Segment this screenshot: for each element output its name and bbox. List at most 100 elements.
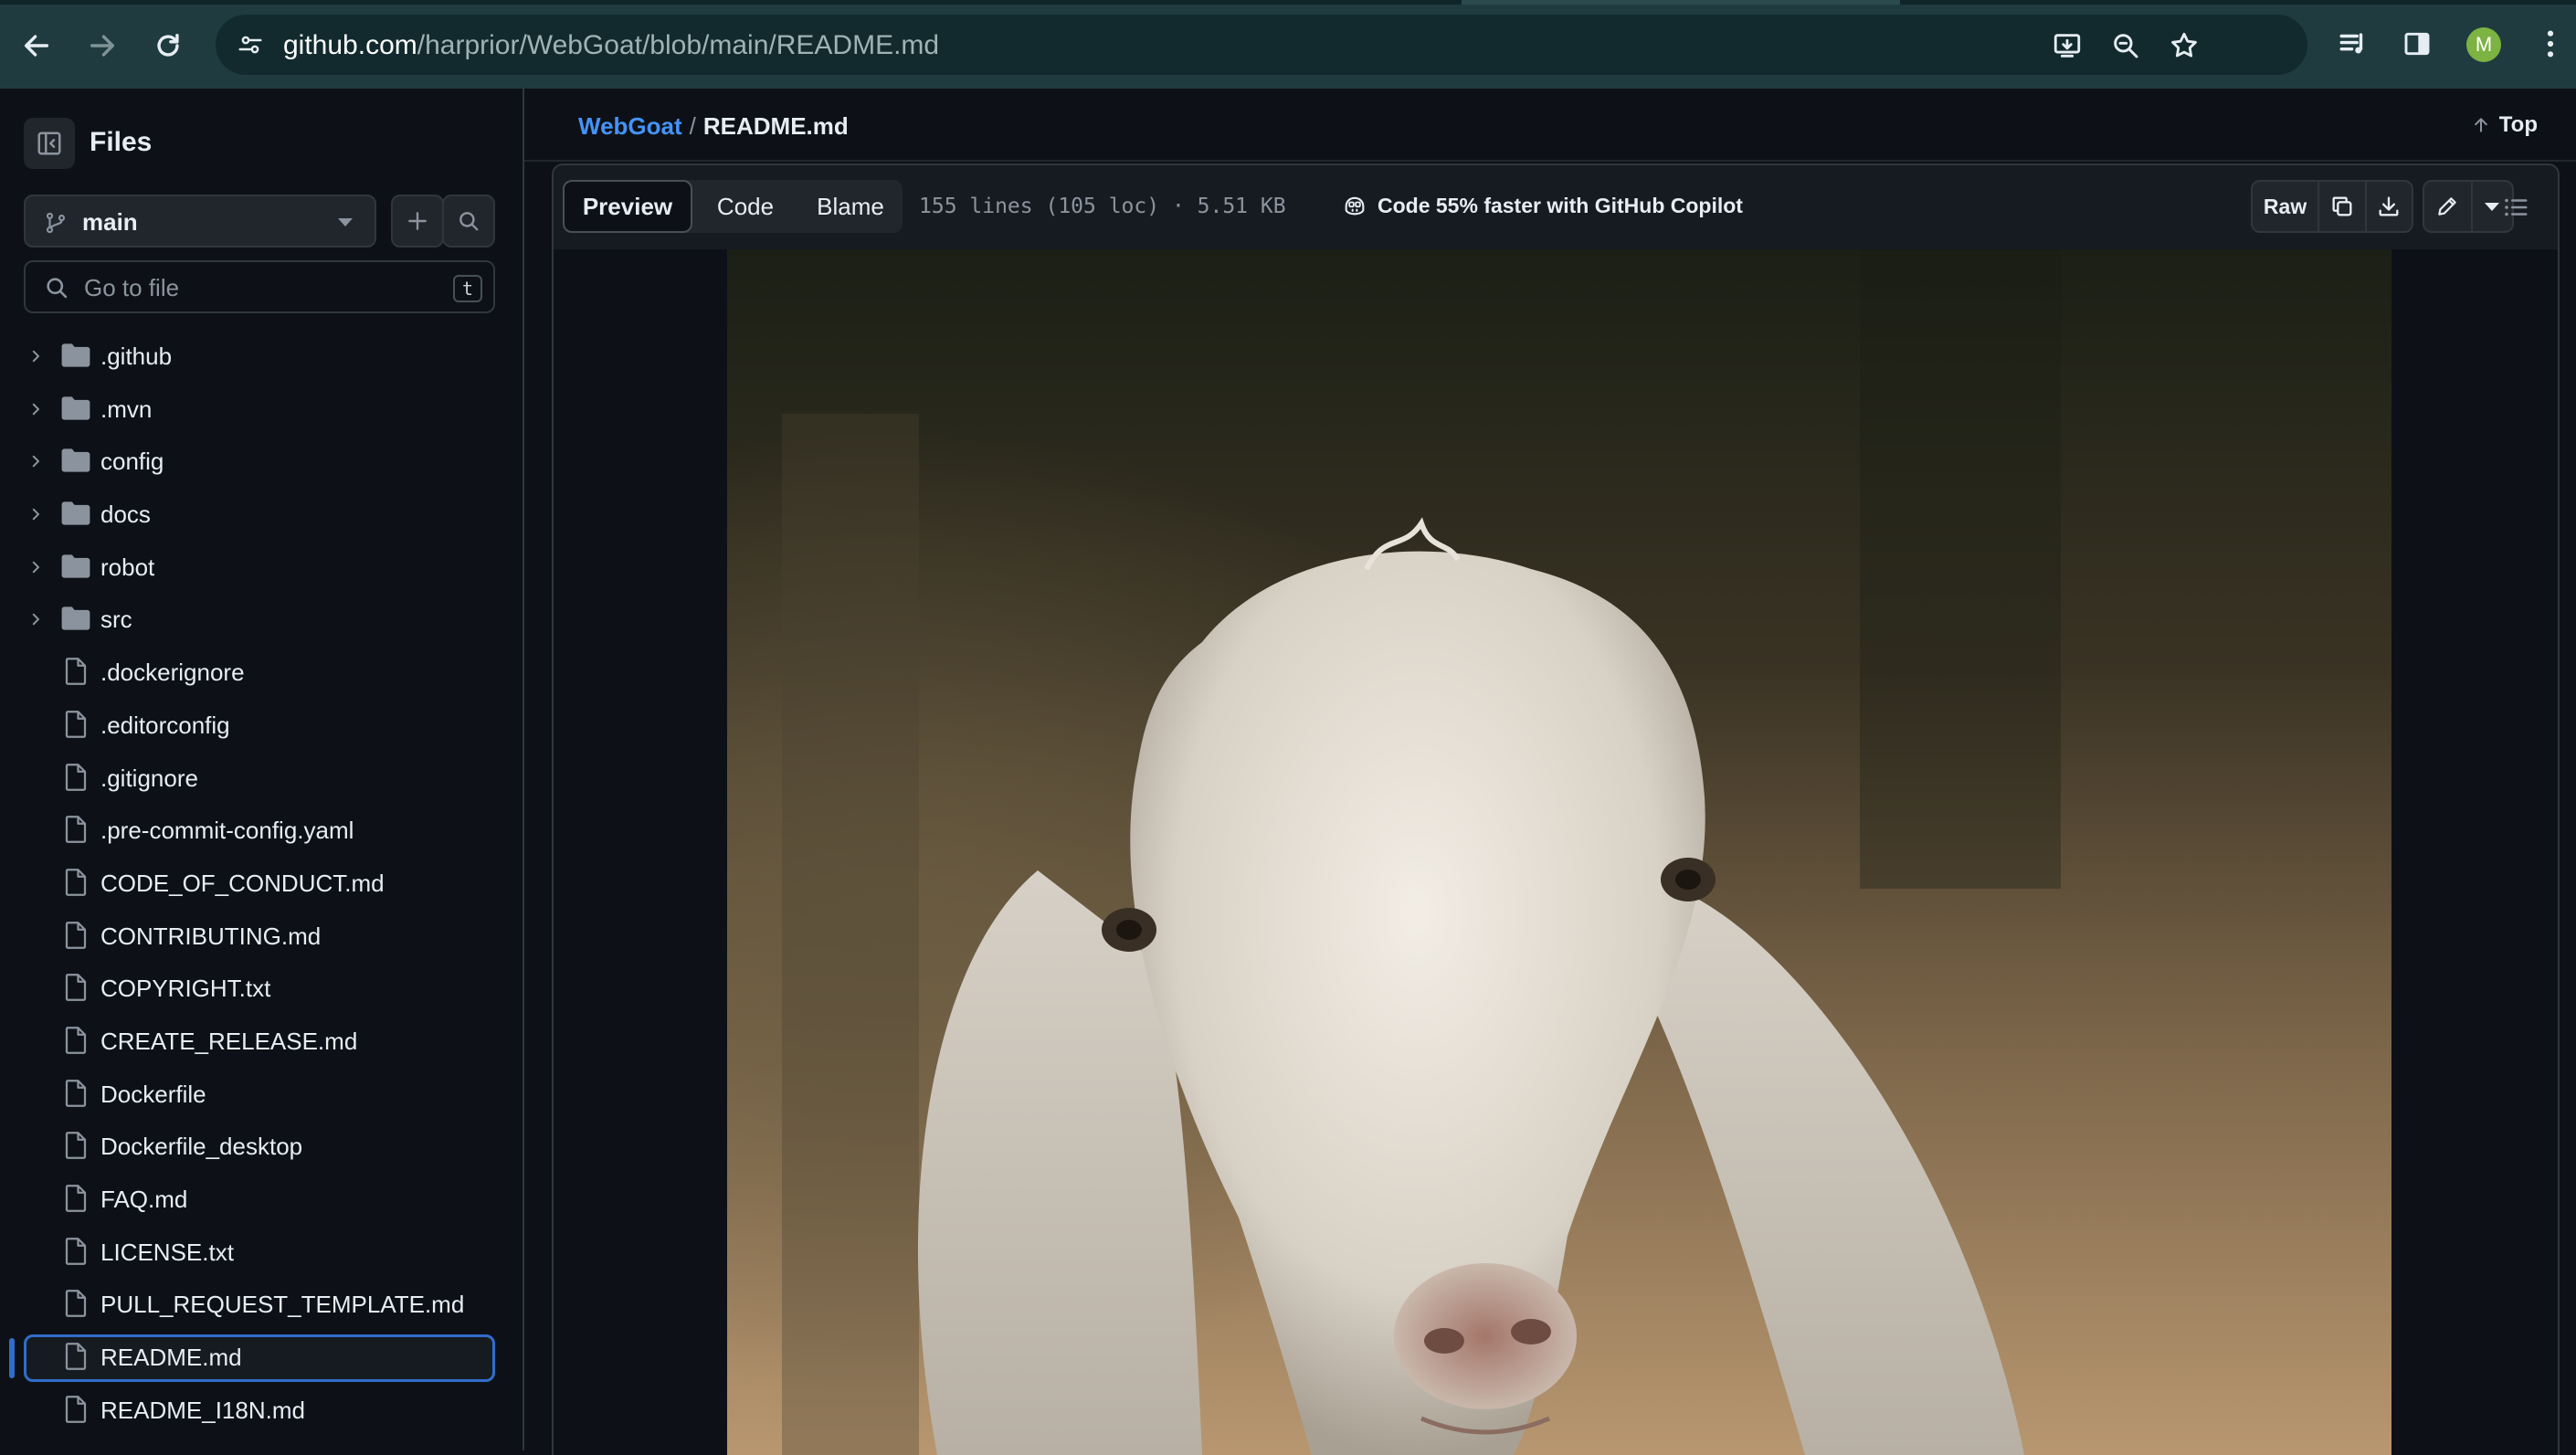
tree-file-item[interactable]: CREATE_RELEASE.md [0,1015,523,1068]
address-bar[interactable]: github.com/harprior/WebGoat/blob/main/RE… [216,15,2307,75]
tree-item-label: src [100,606,132,634]
tree-folder-item[interactable]: docs [0,488,523,541]
file-viewer: WebGoat / README.md Top Preview Code Blame… [524,89,2576,1455]
symbols-outline-button[interactable] [2497,189,2534,226]
chevron-down-icon [338,218,353,227]
tree-folder-item[interactable]: src [0,593,523,646]
chevron-right-icon[interactable] [27,559,44,575]
tree-file-item[interactable]: LICENSE.txt [0,1226,523,1279]
tree-item-label: .editorconfig [100,711,230,739]
tree-item-label: .dockerignore [100,659,245,687]
readme-preview [552,249,2560,1455]
tree-item-label: .github [100,343,173,370]
tree-file-item[interactable]: PULL_REQUEST_TEMPLATE.md [0,1278,523,1331]
chevron-right-icon[interactable] [27,506,44,522]
tree-file-item[interactable]: Dockerfile_desktop [0,1120,523,1173]
side-panel-icon[interactable] [2399,26,2435,62]
site-info-icon[interactable] [232,26,269,63]
tree-item-label: CONTRIBUTING.md [100,922,322,950]
download-icon [2379,196,2399,216]
tree-file-item[interactable]: COPYRIGHT.txt [0,962,523,1015]
folder-icon [60,606,91,631]
tree-file-item[interactable]: CONTRIBUTING.md [0,910,523,963]
breadcrumb-file: README.md [702,112,849,140]
tree-item-label: COPYRIGHT.txt [100,975,271,1003]
file-icon [64,921,88,949]
folder-icon [60,395,91,421]
plus-icon [408,212,427,230]
zoom-icon[interactable] [2110,30,2141,61]
tree-item-label: robot [100,553,155,581]
copilot-promo[interactable]: Code 55% faster with GitHub Copilot [1341,193,1743,218]
top-button[interactable]: Top [2472,112,2538,138]
tree-file-item[interactable]: README.md [0,1331,523,1384]
breadcrumb-bar: WebGoat / README.md Top [524,89,2576,162]
copy-raw-button[interactable] [2319,182,2367,231]
view-mode-tabs: Preview Code Blame [563,180,903,233]
raw-button[interactable]: Raw [2253,182,2320,231]
tab-blame[interactable]: Blame [798,180,903,233]
chevron-right-icon[interactable] [27,401,44,417]
pencil-icon [2438,197,2457,216]
git-branch-icon [46,212,66,234]
file-icon [64,1132,88,1160]
tab-code[interactable]: Code [692,180,798,233]
tree-item-label: Dockerfile_desktop [100,1133,303,1161]
go-to-file-input[interactable]: Go to file t [24,260,495,313]
tree-item-label: .mvn [100,395,153,423]
install-app-icon[interactable] [2052,30,2083,61]
tree-item-label: .pre-commit-config.yaml [100,817,354,845]
tree-file-item[interactable]: .editorconfig [0,699,523,752]
add-file-button[interactable] [391,195,444,248]
tree-file-item[interactable]: .pre-commit-config.yaml [0,804,523,857]
download-button[interactable] [2367,182,2412,231]
chrome-menu-icon[interactable] [2532,26,2569,62]
tree-file-item[interactable]: CODE_OF_CONDUCT.md [0,857,523,910]
forward-icon[interactable] [82,26,122,66]
chevron-right-icon[interactable] [27,348,44,364]
sidebar-title: Files [90,127,153,157]
tree-item-label: Dockerfile [100,1080,206,1108]
search-files-button[interactable] [442,195,495,248]
reload-icon[interactable] [148,26,188,66]
tree-folder-item[interactable]: .github [0,330,523,383]
branch-selector[interactable]: main [24,195,376,248]
folder-icon [60,501,91,526]
tree-item-label: README.md [100,1344,242,1372]
back-icon[interactable] [16,26,57,66]
tree-file-item[interactable]: FAQ.md [0,1173,523,1226]
search-icon [459,212,479,231]
edit-file-button[interactable] [2424,182,2473,231]
tree-file-item[interactable]: .dockerignore [0,646,523,699]
tree-file-item[interactable]: .gitignore [0,752,523,805]
tree-folder-item[interactable]: config [0,435,523,488]
file-stats: 155 lines (105 loc) · 5.51 KB [919,195,1286,218]
raw-copy-download-group: Raw [2251,180,2413,233]
file-toolbar: Preview Code Blame 155 lines (105 loc) ·… [552,163,2560,249]
browser-toolbar: github.com/harprior/WebGoat/blob/main/RE… [0,0,2576,89]
file-icon [64,869,88,896]
copilot-promo-text: Code 55% faster with GitHub Copilot [1378,193,1743,217]
go-to-file-placeholder: Go to file [84,274,180,301]
collapse-sidebar-button[interactable] [24,118,75,169]
breadcrumb-repo-link[interactable]: WebGoat [578,112,682,140]
tree-item-label: CREATE_RELEASE.md [100,1027,358,1055]
tree-folder-item[interactable]: .mvn [0,383,523,436]
copy-icon [2332,196,2352,216]
tree-folder-item[interactable]: robot [0,541,523,594]
file-icon [64,1079,88,1107]
top-label: Top [2498,112,2538,137]
tree-file-item[interactable]: README_I18N.md [0,1384,523,1437]
tree-item-label: docs [100,501,151,529]
bookmark-star-icon[interactable] [2169,30,2200,61]
tree-file-item[interactable]: Dockerfile [0,1068,523,1121]
reading-list-icon[interactable] [2335,26,2371,62]
tab-preview[interactable]: Preview [563,180,692,233]
selection-indicator [9,1338,15,1379]
profile-avatar[interactable]: M [2466,27,2501,62]
chevron-right-icon[interactable] [27,611,44,627]
chevron-right-icon[interactable] [27,453,44,469]
file-tree-sidebar: Files main Go to file t .github .mvn confi… [0,89,524,1450]
breadcrumb: WebGoat / README.md [578,112,849,141]
file-icon [64,1343,88,1370]
